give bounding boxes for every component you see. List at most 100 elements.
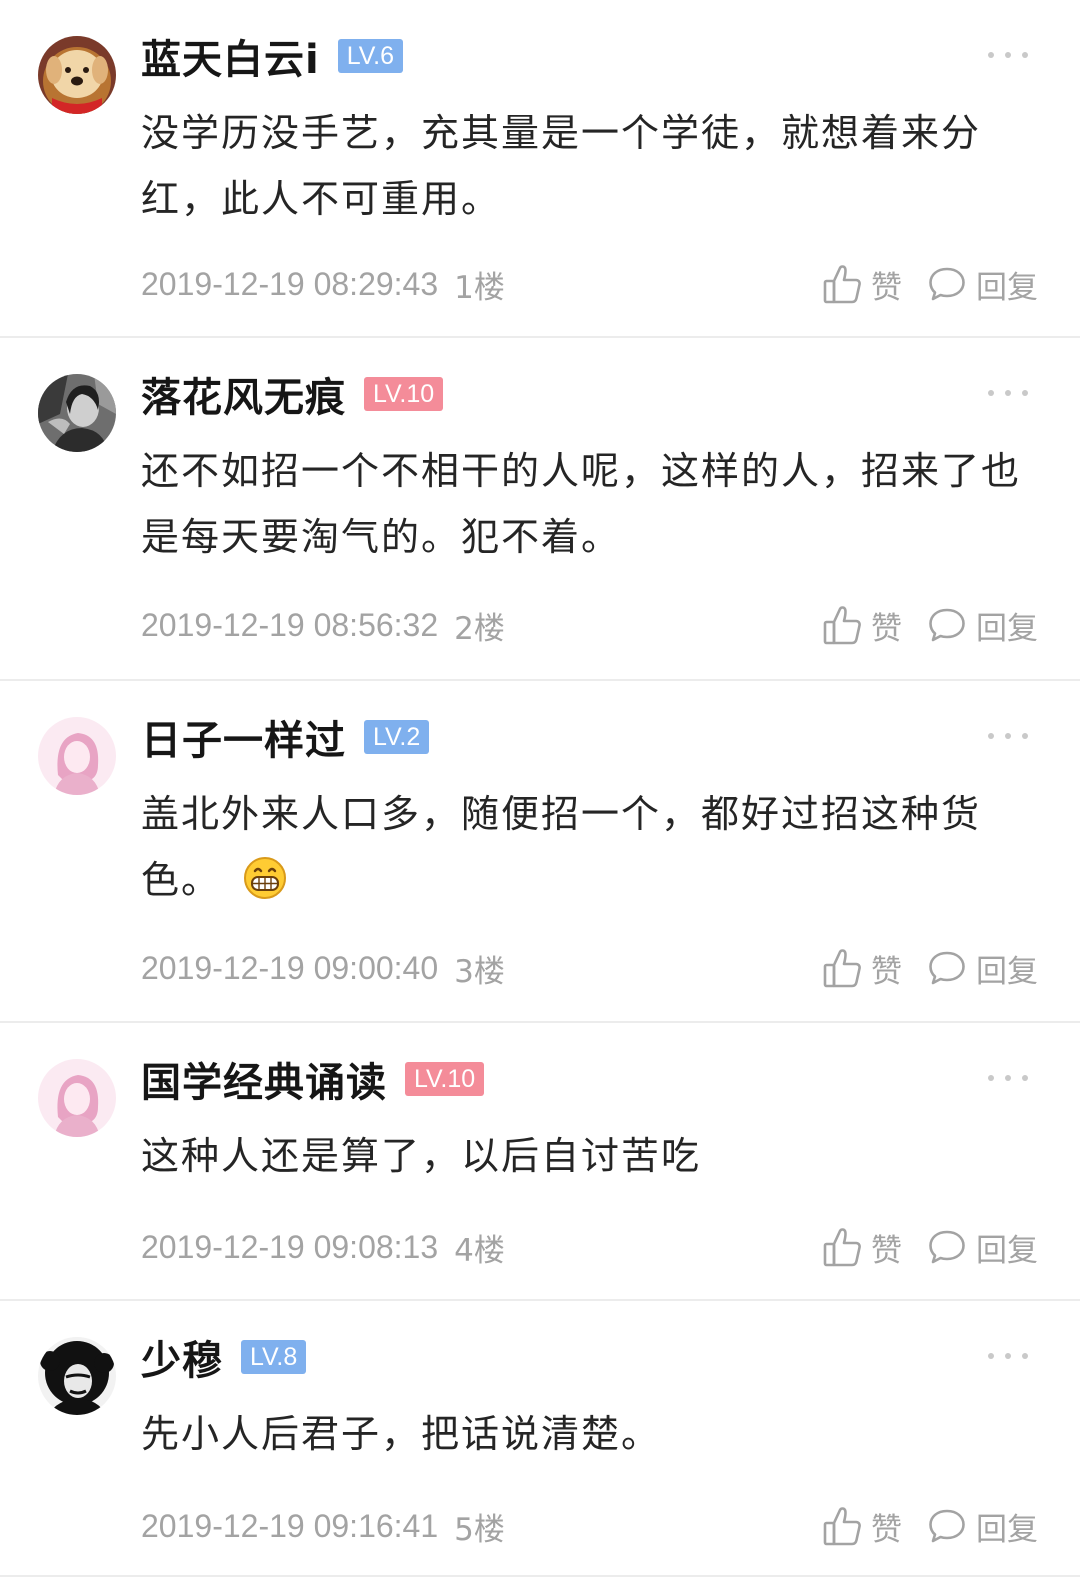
dog-avatar — [38, 36, 116, 114]
comment-item: 落花风无痕 LV.10 还不如招一个不相干的人呢，这样的人，招来了也是每天要淘气… — [0, 338, 1080, 681]
grinning-emoji — [243, 856, 287, 900]
floor-number: 1楼 — [454, 269, 505, 306]
thumbs-up-icon — [823, 264, 861, 304]
avatar[interactable] — [38, 1337, 116, 1415]
username[interactable]: 蓝天白云i — [141, 27, 320, 85]
more-dot-icon — [1022, 390, 1028, 396]
pink-default-avatar — [38, 1059, 116, 1137]
speech-bubble-icon — [928, 950, 966, 986]
comment-list: 蓝天白云i LV.6 没学历没手艺，充其量是一个学徒，就想着来分红，此人不可重用… — [0, 0, 1080, 1577]
more-dot-icon — [988, 1353, 994, 1359]
like-button[interactable]: 赞 — [823, 262, 902, 307]
timestamp: 2019-12-19 08:56:32 — [141, 606, 439, 643]
reply-button[interactable]: 回复 — [928, 1225, 1038, 1270]
woman-photo-avatar — [38, 374, 116, 452]
more-dot-icon — [1005, 733, 1011, 739]
comment-item: 日子一样过 LV.2 盖北外来人口多，随便招一个，都好过招这种货色。 2019-… — [0, 681, 1080, 1023]
more-options-button[interactable] — [988, 1341, 1028, 1371]
more-dot-icon — [1005, 1353, 1011, 1359]
comment-actions: 赞 回复 — [823, 603, 1038, 648]
timestamp: 2019-12-19 09:00:40 — [141, 949, 439, 986]
comment-actions: 赞 回复 — [823, 1504, 1038, 1549]
thumbs-up-icon — [823, 1227, 861, 1267]
reply-button[interactable]: 回复 — [928, 262, 1038, 307]
afro-portrait-avatar — [38, 1337, 116, 1415]
comment-text: 没学历没手艺，充其量是一个学徒，就想着来分红，此人不可重用。 — [141, 111, 982, 221]
comment-content: 还不如招一个不相干的人呢，这样的人，招来了也是每天要淘气的。犯不着。 — [141, 438, 1041, 570]
reply-label: 回复 — [976, 953, 1038, 990]
more-dot-icon — [1022, 1353, 1028, 1359]
speech-bubble-icon — [928, 607, 966, 643]
reply-button[interactable]: 回复 — [928, 946, 1038, 991]
reply-button[interactable]: 回复 — [928, 1504, 1038, 1549]
more-dot-icon — [988, 733, 994, 739]
comment-text: 还不如招一个不相干的人呢，这样的人，招来了也是每天要淘气的。犯不着。 — [141, 449, 1022, 559]
more-dot-icon — [1005, 1075, 1011, 1081]
username[interactable]: 落花风无痕 — [141, 365, 346, 423]
more-dot-icon — [1005, 52, 1011, 58]
comment-footer: 2019-12-19 09:08:13 4楼 赞 回复 — [141, 1225, 1038, 1269]
more-options-button[interactable] — [988, 378, 1028, 408]
username[interactable]: 日子一样过 — [141, 708, 346, 766]
reply-label: 回复 — [976, 610, 1038, 647]
avatar[interactable] — [38, 1059, 116, 1137]
more-options-button[interactable] — [988, 40, 1028, 70]
comment-content: 先小人后君子，把话说清楚。 — [141, 1401, 1041, 1467]
comment-header: 蓝天白云i LV.6 — [141, 28, 403, 84]
more-dot-icon — [988, 52, 994, 58]
avatar[interactable] — [38, 374, 116, 452]
comment-content: 这种人还是算了，以后自讨苦吃 — [141, 1123, 1041, 1189]
more-dot-icon — [1022, 733, 1028, 739]
floor-number: 3楼 — [454, 953, 505, 990]
reply-label: 回复 — [976, 1232, 1038, 1269]
comment-actions: 赞 回复 — [823, 262, 1038, 307]
speech-bubble-icon — [928, 1229, 966, 1265]
level-badge: LV.10 — [364, 377, 444, 411]
reply-button[interactable]: 回复 — [928, 603, 1038, 648]
like-label: 赞 — [871, 1232, 902, 1269]
comment-content: 盖北外来人口多，随便招一个，都好过招这种货色。 — [141, 781, 1041, 913]
like-label: 赞 — [871, 610, 902, 647]
level-badge: LV.2 — [364, 720, 430, 754]
like-button[interactable]: 赞 — [823, 1504, 902, 1549]
more-dot-icon — [1022, 52, 1028, 58]
reply-label: 回复 — [976, 269, 1038, 306]
comment-footer: 2019-12-19 09:00:40 3楼 赞 回复 — [141, 946, 1038, 990]
more-dot-icon — [1022, 1075, 1028, 1081]
like-label: 赞 — [871, 269, 902, 306]
more-options-button[interactable] — [988, 1063, 1028, 1093]
comment-content: 没学历没手艺，充其量是一个学徒，就想着来分红，此人不可重用。 — [141, 100, 1041, 232]
like-label: 赞 — [871, 1511, 902, 1548]
speech-bubble-icon — [928, 266, 966, 302]
comment-footer: 2019-12-19 08:29:43 1楼 赞 回复 — [141, 262, 1038, 306]
thumbs-up-icon — [823, 948, 861, 988]
more-dot-icon — [988, 1075, 994, 1081]
timestamp: 2019-12-19 08:29:43 — [141, 265, 439, 302]
comment-header: 日子一样过 LV.2 — [141, 708, 430, 766]
speech-bubble-icon — [928, 1508, 966, 1544]
floor-number: 5楼 — [454, 1511, 505, 1548]
floor-number: 2楼 — [454, 610, 505, 647]
level-badge: LV.6 — [337, 39, 403, 73]
more-options-button[interactable] — [988, 721, 1028, 751]
username[interactable]: 少穆 — [141, 1328, 223, 1386]
comment-footer: 2019-12-19 08:56:32 2楼 赞 回复 — [141, 603, 1038, 647]
avatar[interactable] — [38, 36, 116, 114]
reply-label: 回复 — [976, 1511, 1038, 1548]
more-dot-icon — [988, 390, 994, 396]
comment-header: 落花风无痕 LV.10 — [141, 365, 444, 423]
floor-number: 4楼 — [454, 1232, 505, 1269]
like-button[interactable]: 赞 — [823, 946, 902, 991]
level-badge: LV.8 — [241, 1340, 307, 1374]
username[interactable]: 国学经典诵读 — [141, 1050, 387, 1108]
comment-actions: 赞 回复 — [823, 946, 1038, 991]
pink-default-avatar — [38, 717, 116, 795]
comment-actions: 赞 回复 — [823, 1225, 1038, 1270]
thumbs-up-icon — [823, 1506, 861, 1546]
more-dot-icon — [1005, 390, 1011, 396]
level-badge: LV.10 — [405, 1062, 485, 1096]
avatar[interactable] — [38, 717, 116, 795]
comment-item: 少穆 LV.8 先小人后君子，把话说清楚。 2019-12-19 09:16:4… — [0, 1301, 1080, 1577]
like-button[interactable]: 赞 — [823, 1225, 902, 1270]
like-button[interactable]: 赞 — [823, 603, 902, 648]
